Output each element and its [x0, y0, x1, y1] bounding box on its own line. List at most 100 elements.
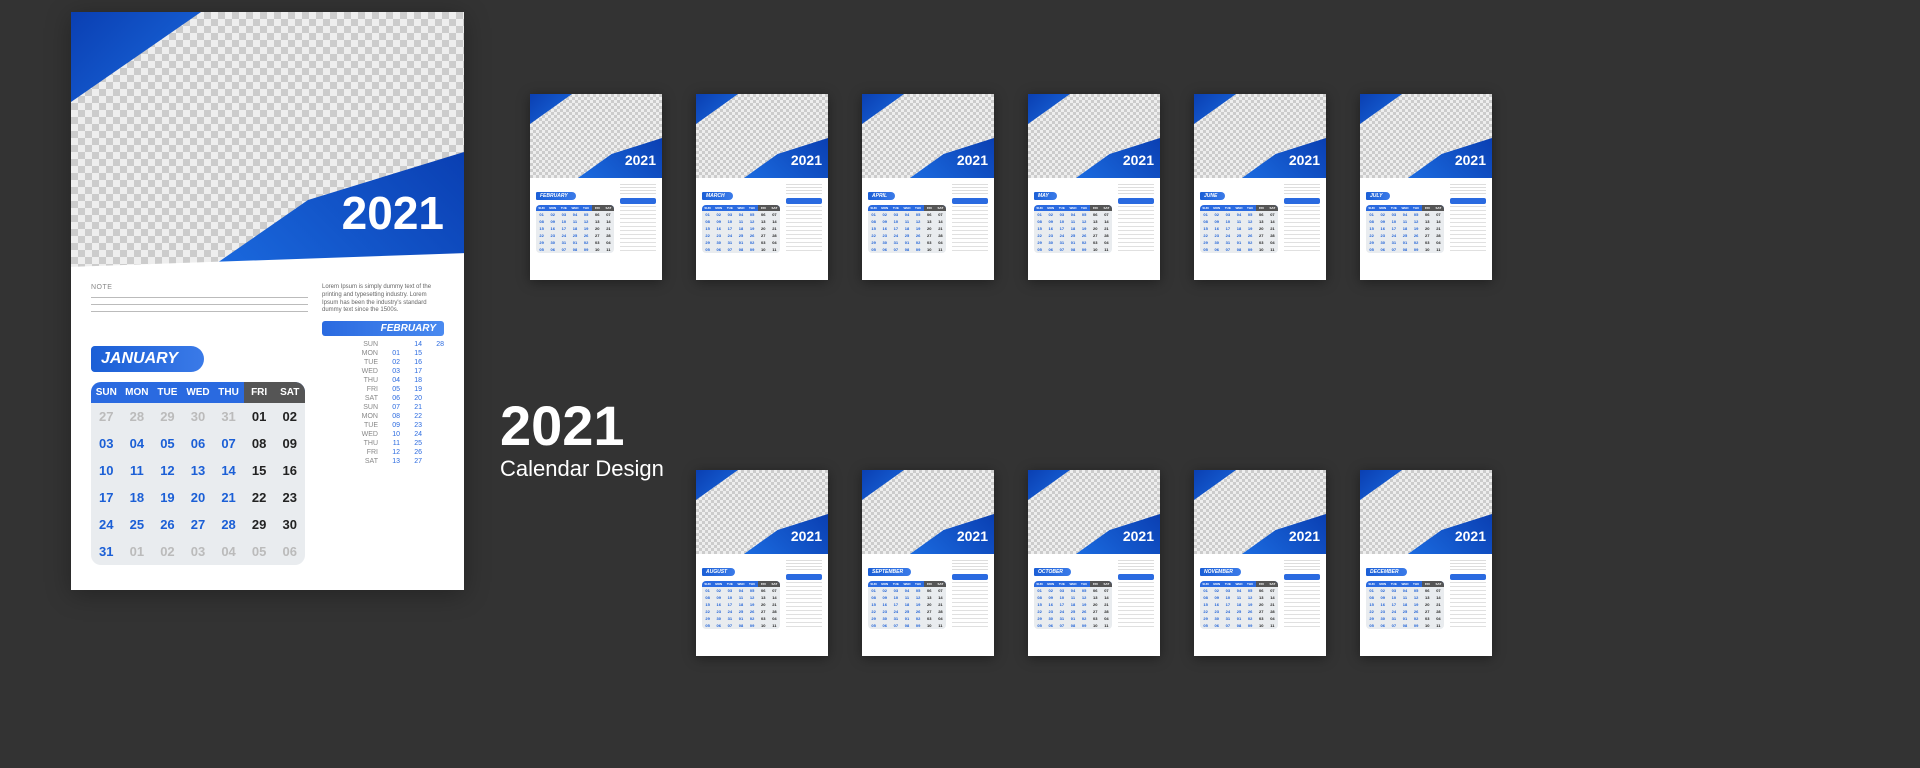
year-label: 2021 — [791, 152, 822, 168]
thumb-text — [952, 560, 988, 572]
thumb-side — [786, 184, 822, 253]
mini-row: SAT1327 — [322, 457, 444, 466]
thumb-hero: 2021 — [530, 94, 662, 178]
month-label: JUNE — [1200, 192, 1225, 200]
thumb-body: JULYSUNMONTUEWEDTHUFRISAT010203040506070… — [1360, 178, 1492, 257]
thumb-text — [952, 184, 988, 196]
thumb-mini-cal — [952, 582, 988, 628]
thumb-body: DECEMBERSUNMONTUEWEDTHUFRISAT01020304050… — [1360, 554, 1492, 633]
date-cell: 28 — [213, 511, 244, 538]
thumb-text — [1284, 184, 1320, 196]
date-cell: 25 — [122, 511, 153, 538]
thumb-side — [952, 184, 988, 253]
thumb-calendar: SUNMONTUEWEDTHUFRISAT0102030405060708091… — [1366, 205, 1444, 253]
date-cell: 27 — [91, 403, 122, 430]
mini-row: TUE0923 — [322, 421, 444, 430]
date-grid: 2728293031010203040506070809101112131415… — [91, 403, 305, 565]
day-header: WED — [183, 382, 214, 403]
thumb-hero: 2021 — [1194, 94, 1326, 178]
thumb-main: OCTOBERSUNMONTUEWEDTHUFRISAT010203040506… — [1034, 560, 1114, 629]
thumb-main: FEBRUARYSUNMONTUEWEDTHUFRISAT01020304050… — [536, 184, 616, 253]
thumb-hero: 2021 — [862, 94, 994, 178]
thumb-mini-cal — [620, 206, 656, 252]
thumb-side — [1118, 560, 1154, 629]
day-header: SUN — [91, 382, 122, 403]
date-cell: 09 — [274, 430, 305, 457]
thumb-calendar: SUNMONTUEWEDTHUFRISAT0102030405060708091… — [1034, 205, 1112, 253]
thumb-hero: 2021 — [1360, 94, 1492, 178]
mini-row: TUE0216 — [322, 358, 444, 367]
thumb-main: APRILSUNMONTUEWEDTHUFRISAT01020304050607… — [868, 184, 948, 253]
mini-row: THU0418 — [322, 376, 444, 385]
month-label: MAY — [1034, 192, 1057, 200]
date-cell: 07 — [213, 430, 244, 457]
thumb-main: SEPTEMBERSUNMONTUEWEDTHUFRISAT0102030405… — [868, 560, 948, 629]
date-cell: 16 — [274, 457, 305, 484]
date-cell: 31 — [91, 538, 122, 565]
month-label: SEPTEMBER — [868, 568, 911, 576]
thumb-body: AUGUSTSUNMONTUEWEDTHUFRISAT0102030405060… — [696, 554, 828, 633]
date-cell: 21 — [213, 484, 244, 511]
note-heading: NOTE — [91, 284, 308, 291]
thumb-calendar: SUNMONTUEWEDTHUFRISAT0102030405060708091… — [702, 205, 780, 253]
date-cell: 30 — [274, 511, 305, 538]
month-thumbnail: 2021 APRILSUNMONTUEWEDTHUFRISAT0102030405… — [862, 94, 994, 280]
date-cell: 31 — [213, 403, 244, 430]
thumb-text — [786, 560, 822, 572]
year-label: 2021 — [957, 152, 988, 168]
date-cell: 03 — [91, 430, 122, 457]
thumb-calendar: SUNMONTUEWEDTHUFRISAT0102030405060708091… — [1034, 581, 1112, 629]
thumb-next-pill — [620, 198, 656, 204]
thumb-next-pill — [952, 198, 988, 204]
thumb-body: SEPTEMBERSUNMONTUEWEDTHUFRISAT0102030405… — [862, 554, 994, 633]
thumb-next-pill — [1450, 574, 1486, 580]
thumb-mini-cal — [786, 206, 822, 252]
month-label: APRIL — [868, 192, 895, 200]
mini-row: SUN0721 — [322, 403, 444, 412]
thumb-text — [1118, 184, 1154, 196]
january-calendar: SUNMONTUEWEDTHUFRISAT 272829303101020304… — [91, 382, 305, 565]
date-cell: 26 — [152, 511, 183, 538]
month-thumbnail: 2021 JUNE SUNMONTUEWEDTHUFRISAT01020304050… — [1194, 94, 1326, 280]
thumb-mini-cal — [1284, 206, 1320, 252]
year-label: 2021 — [625, 152, 656, 168]
thumb-main: AUGUSTSUNMONTUEWEDTHUFRISAT0102030405060… — [702, 560, 782, 629]
date-cell: 02 — [152, 538, 183, 565]
thumb-side — [1118, 184, 1154, 253]
year-label: 2021 — [1123, 528, 1154, 544]
date-cell: 11 — [122, 457, 153, 484]
thumb-body: APRILSUNMONTUEWEDTHUFRISAT01020304050607… — [862, 178, 994, 257]
thumb-side — [1284, 560, 1320, 629]
thumb-hero: 2021 — [862, 470, 994, 554]
date-cell: 06 — [183, 430, 214, 457]
month-thumbnail: 2021 FEBRUARYSUNMONTUEWEDTHUFRISAT0102030… — [530, 94, 662, 280]
thumb-mini-cal — [952, 206, 988, 252]
thumb-text — [620, 184, 656, 196]
mini-row: FRI0519 — [322, 385, 444, 394]
thumb-body: NOVEMBERSUNMONTUEWEDTHUFRISAT01020304050… — [1194, 554, 1326, 633]
thumb-side — [786, 560, 822, 629]
thumb-calendar: SUNMONTUEWEDTHUFRISAT0102030405060708091… — [1366, 581, 1444, 629]
mini-row: MON0115 — [322, 349, 444, 358]
year-label: 2021 — [1455, 528, 1486, 544]
thumb-mini-cal — [786, 582, 822, 628]
year-label: 2021 — [1289, 528, 1320, 544]
thumb-mini-cal — [1284, 582, 1320, 628]
thumb-next-pill — [1118, 198, 1154, 204]
thumb-calendar: SUNMONTUEWEDTHUFRISAT0102030405060708091… — [536, 205, 614, 253]
month-label: AUGUST — [702, 568, 735, 576]
thumb-next-pill — [786, 198, 822, 204]
year-label: 2021 — [342, 186, 444, 240]
date-cell: 13 — [183, 457, 214, 484]
description-text: Lorem Ipsum is simply dummy text of the … — [322, 284, 444, 315]
day-header: MON — [122, 382, 153, 403]
year-label: 2021 — [1123, 152, 1154, 168]
thumb-calendar: SUNMONTUEWEDTHUFRISAT0102030405060708091… — [1200, 205, 1278, 253]
date-cell: 04 — [213, 538, 244, 565]
thumb-mini-cal — [1450, 582, 1486, 628]
month-label: NOVEMBER — [1200, 568, 1241, 576]
thumb-body: FEBRUARYSUNMONTUEWEDTHUFRISAT01020304050… — [530, 178, 662, 257]
thumb-side — [1450, 184, 1486, 253]
mini-row: WED1024 — [322, 430, 444, 439]
date-cell: 24 — [91, 511, 122, 538]
